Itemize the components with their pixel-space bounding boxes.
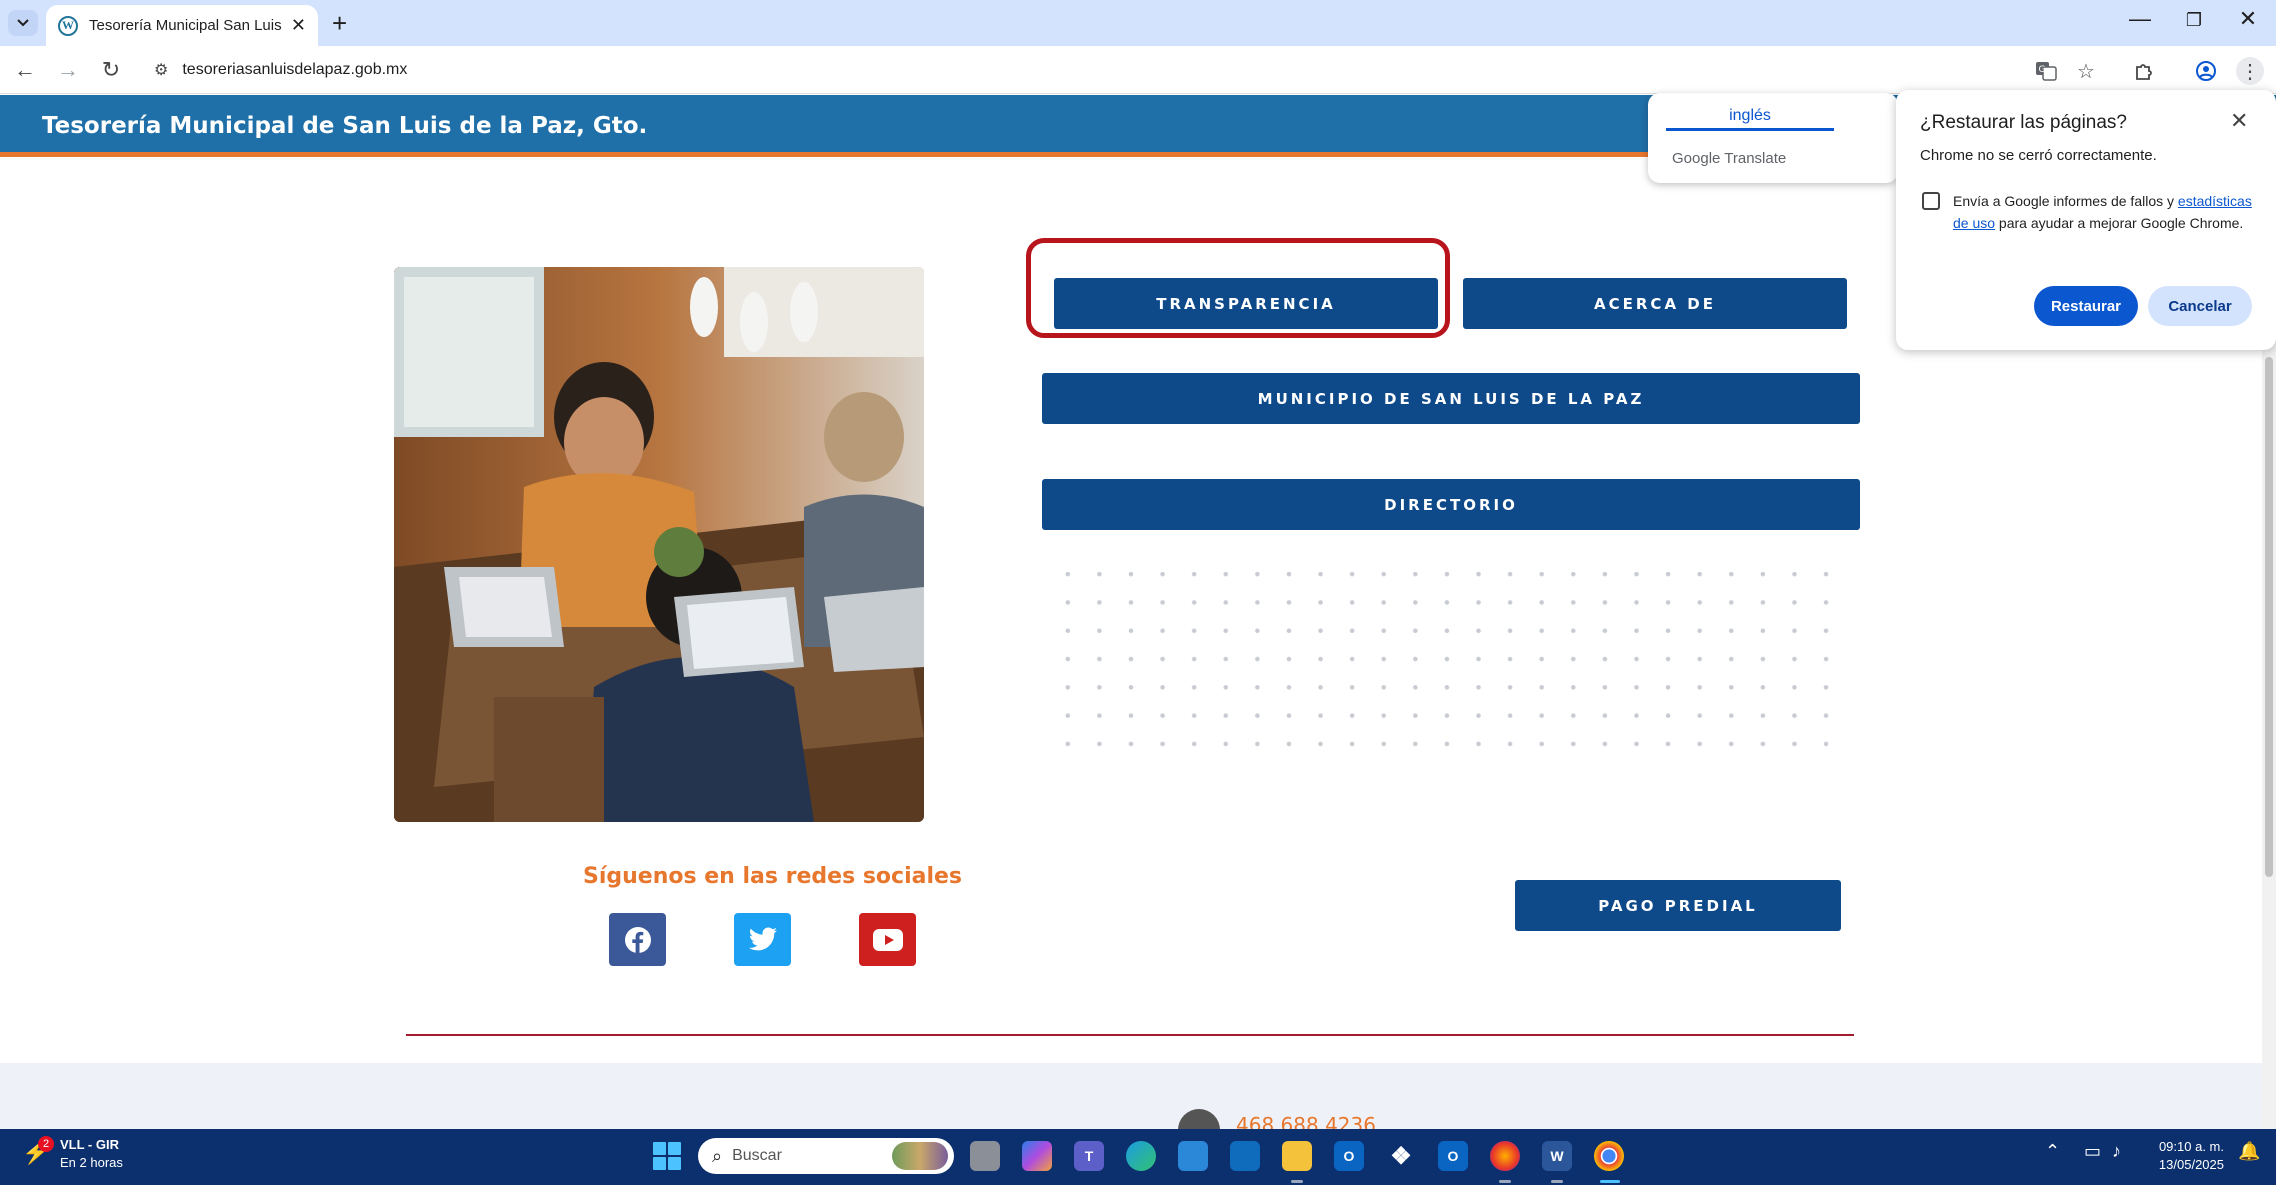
chrome-icon[interactable]: [1594, 1141, 1624, 1171]
file-explorer-icon[interactable]: [1282, 1141, 1312, 1171]
municipio-button[interactable]: MUNICIPIO DE SAN LUIS DE LA PAZ: [1042, 373, 1860, 424]
weather-subtitle: En 2 horas: [60, 1155, 123, 1170]
search-highlight-image: [892, 1142, 948, 1170]
weather-badge: 2: [38, 1136, 54, 1152]
menu-kebab-icon[interactable]: ⋮: [2236, 57, 2264, 85]
new-tab-button[interactable]: +: [332, 8, 347, 39]
copilot-icon[interactable]: [1022, 1141, 1052, 1171]
teams-icon[interactable]: T: [1074, 1141, 1104, 1171]
restore-button[interactable]: Restaurar: [2034, 286, 2138, 326]
youtube-icon[interactable]: [859, 913, 916, 966]
crash-report-text-pre: Envía a Google informes de fallos y: [1953, 193, 2178, 209]
reload-icon[interactable]: ↻: [96, 55, 126, 85]
dropbox-icon[interactable]: ❖: [1386, 1141, 1416, 1171]
taskbar-search[interactable]: ⌕ Buscar: [698, 1138, 954, 1174]
close-icon[interactable]: ✕: [2230, 108, 2248, 134]
weather-alert-icon: ⚡ 2: [22, 1136, 54, 1168]
tab-title: Tesorería Municipal San Luis de la Paz: [89, 17, 283, 34]
volume-icon[interactable]: ♪: [2112, 1141, 2121, 1162]
acerca-de-button[interactable]: ACERCA DE: [1463, 278, 1847, 329]
google-translate-label: Google Translate: [1672, 150, 1787, 167]
edge-icon[interactable]: [1126, 1141, 1156, 1171]
word-icon[interactable]: W: [1542, 1141, 1572, 1171]
forward-icon[interactable]: →: [53, 55, 83, 85]
svg-text:G: G: [2039, 65, 2046, 75]
social-heading: Síguenos en las redes sociales: [583, 864, 963, 889]
translate-popup: inglés Google Translate: [1648, 93, 1898, 183]
windows-taskbar: ⚡ 2 VLL - GIR En 2 horas ⌕ Buscar T O ❖ O…: [0, 1129, 2276, 1185]
crash-report-text: Envía a Google informes de fallos y esta…: [1953, 190, 2253, 234]
notifications-icon[interactable]: 🔔: [2238, 1141, 2260, 1162]
extensions-icon[interactable]: [2130, 57, 2158, 85]
windows-start-icon[interactable]: [653, 1142, 681, 1170]
bookmark-star-icon[interactable]: ☆: [2072, 57, 2100, 85]
running-indicator: [1291, 1180, 1303, 1183]
restore-pages-dialog: ¿Restaurar las páginas? ✕ Chrome no se c…: [1896, 90, 2276, 350]
tab-search-button[interactable]: [8, 10, 38, 36]
section-divider: [406, 1034, 1854, 1036]
weather-title: VLL - GIR: [60, 1137, 119, 1152]
search-icon: ⌕: [712, 1145, 723, 1166]
browser-toolbar: ← → ↻ ⚙ tesoreriasanluisdelapaz.gob.mx G…: [0, 46, 2276, 94]
translate-icon[interactable]: G: [2032, 57, 2060, 85]
taskbar-clock[interactable]: 09:10 a. m. 13/05/2025: [2136, 1138, 2224, 1174]
clock-time: 09:10 a. m.: [2158, 1139, 2224, 1154]
site-info-icon[interactable]: ⚙: [154, 60, 168, 80]
clock-date: 13/05/2025: [2158, 1157, 2224, 1172]
phone-icon: [1178, 1109, 1220, 1129]
task-view-icon[interactable]: [970, 1141, 1000, 1171]
store-icon[interactable]: [1230, 1141, 1260, 1171]
profile-icon[interactable]: [2192, 57, 2220, 85]
scrollbar-thumb[interactable]: [2265, 357, 2273, 877]
running-indicator: [1499, 1180, 1511, 1183]
directorio-button[interactable]: DIRECTORIO: [1042, 479, 1860, 530]
crash-report-text-post: para ayudar a mejorar Google Chrome.: [1995, 215, 2244, 231]
outlook-new-icon[interactable]: O: [1334, 1141, 1364, 1171]
url-text[interactable]: tesoreriasanluisdelapaz.gob.mx: [182, 61, 407, 79]
browser-tab[interactable]: W Tesorería Municipal San Luis de la Paz…: [46, 5, 318, 46]
active-indicator: [1600, 1180, 1620, 1183]
restore-dialog-title: ¿Restaurar las páginas?: [1920, 112, 2127, 133]
browser-tab-strip: W Tesorería Municipal San Luis de la Paz…: [0, 0, 2276, 46]
pago-predial-button[interactable]: PAGO PREDIAL: [1515, 880, 1841, 931]
close-window-icon[interactable]: ✕: [2222, 6, 2274, 32]
tab-close-icon[interactable]: ✕: [291, 15, 306, 36]
chevron-up-icon[interactable]: ⌃: [2045, 1141, 2060, 1162]
outlook-icon[interactable]: O: [1438, 1141, 1468, 1171]
chevron-down-icon: [17, 19, 29, 27]
crash-report-checkbox[interactable]: [1922, 192, 1940, 210]
decorative-dot-grid: [1052, 560, 1852, 770]
wordpress-icon: W: [58, 15, 78, 36]
address-bar[interactable]: ⚙ tesoreriasanluisdelapaz.gob.mx: [146, 52, 2086, 88]
site-title[interactable]: Tesorería Municipal de San Luis de la Pa…: [42, 113, 647, 139]
facebook-icon[interactable]: [609, 913, 666, 966]
running-indicator: [1551, 1180, 1563, 1183]
taskbar-search-placeholder: Buscar: [732, 1147, 782, 1164]
restore-window-icon[interactable]: ❐: [2168, 10, 2220, 31]
footer-phone[interactable]: 468 688 4236: [1236, 1113, 1376, 1129]
translate-language-tab[interactable]: inglés: [1666, 101, 1834, 131]
restore-dialog-subtitle: Chrome no se cerró correctamente.: [1920, 147, 2157, 164]
weather-widget[interactable]: ⚡ 2 VLL - GIR En 2 horas: [22, 1136, 123, 1172]
team-working-photo: [394, 267, 924, 822]
network-icon[interactable]: ▭: [2084, 1141, 2101, 1162]
minimize-icon[interactable]: —: [2114, 6, 2166, 32]
firefox-icon[interactable]: [1490, 1141, 1520, 1171]
red-highlight-box: [1026, 238, 1450, 338]
app-icon[interactable]: [1178, 1141, 1208, 1171]
back-icon[interactable]: ←: [10, 55, 40, 85]
cancel-button[interactable]: Cancelar: [2148, 286, 2252, 326]
twitter-icon[interactable]: [734, 913, 791, 966]
site-footer: 468 688 4236: [0, 1063, 2262, 1129]
